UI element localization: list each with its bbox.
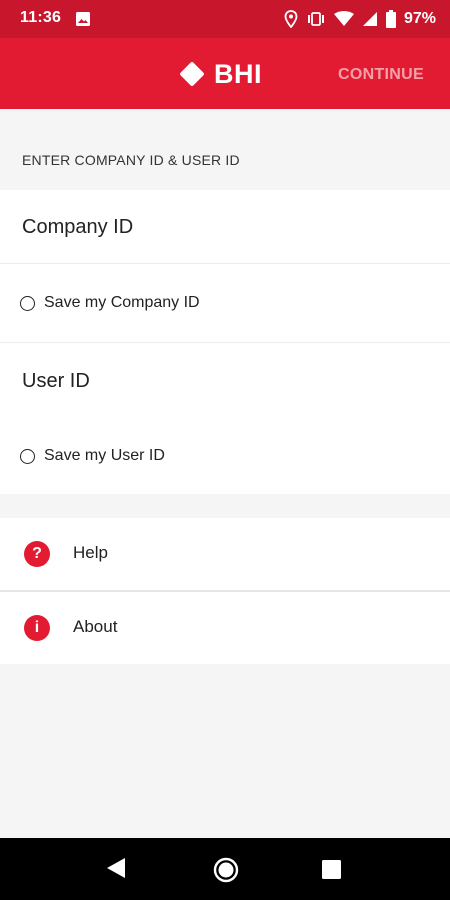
- save-company-id-radio[interactable]: [20, 295, 35, 311]
- location-icon: [284, 10, 298, 28]
- menu-item-help[interactable]: ? Help: [0, 518, 450, 590]
- status-time: 11:36: [20, 9, 62, 26]
- home-icon[interactable]: [213, 857, 239, 883]
- info-icon: i: [24, 615, 50, 641]
- status-bar: 11:36 97%: [0, 0, 450, 38]
- wifi-icon: [333, 11, 354, 26]
- section-header: ENTER COMPANY ID & USER ID: [22, 152, 240, 168]
- company-id-input[interactable]: Company ID: [22, 216, 133, 239]
- login-form: Company ID Save my Company ID User ID Sa…: [0, 190, 450, 494]
- continue-button[interactable]: CONTINUE: [338, 66, 424, 84]
- menu-list: ? Help i About: [0, 518, 450, 664]
- bhi-logo: BHI: [177, 58, 262, 90]
- vibrate-icon: [307, 12, 324, 26]
- save-company-id-label: Save my Company ID: [44, 294, 200, 311]
- image-icon: [76, 12, 90, 26]
- recents-icon[interactable]: [321, 859, 342, 880]
- save-user-id-radio[interactable]: [20, 448, 35, 464]
- save-user-id-label: Save my User ID: [44, 447, 165, 464]
- menu-item-about[interactable]: i About: [0, 590, 450, 664]
- save-user-id-option[interactable]: Save my User ID: [20, 447, 165, 465]
- signal-icon: [362, 12, 377, 26]
- back-icon[interactable]: [105, 856, 127, 880]
- help-icon: ?: [24, 541, 50, 567]
- app-bar: BHI CONTINUE: [0, 38, 450, 109]
- user-id-input[interactable]: User ID: [22, 370, 90, 393]
- diamond-logo-icon: [180, 62, 204, 86]
- menu-item-label: Help: [73, 543, 108, 562]
- battery-icon: [385, 10, 396, 28]
- navigation-bar: [0, 838, 450, 900]
- battery-percent: 97%: [403, 10, 436, 27]
- save-company-id-option[interactable]: Save my Company ID: [20, 294, 200, 312]
- divider: [0, 263, 450, 264]
- menu-item-label: About: [73, 617, 118, 636]
- divider: [0, 342, 450, 343]
- status-icons: 97%: [284, 8, 436, 30]
- logo-text: BHI: [214, 58, 262, 89]
